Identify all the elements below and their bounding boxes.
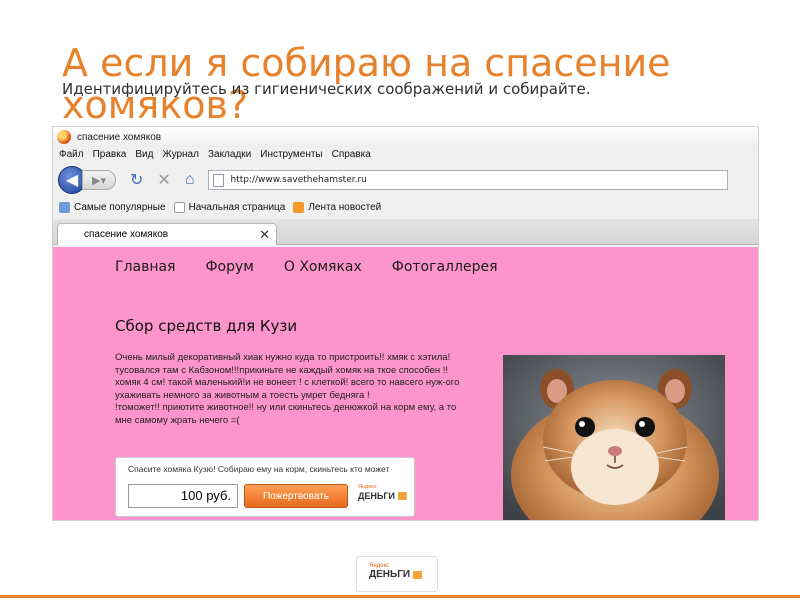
firefox-logo-icon — [57, 130, 71, 144]
tab-strip: спасение хомяков ✕ — [53, 219, 758, 245]
fundraiser-heading: Сбор средств для Кузи — [115, 317, 298, 335]
menu-view[interactable]: Вид — [135, 149, 153, 165]
hamster-photo — [503, 355, 725, 520]
donation-amount-input[interactable]: 100 руб. — [128, 484, 238, 508]
donate-button[interactable]: Пожертвовать — [244, 484, 348, 508]
bookmark-label: Самые популярные — [74, 201, 166, 213]
page-icon — [213, 173, 225, 187]
slide-bottom-divider — [0, 595, 800, 598]
browser-titlebar: спасение хомяков — [53, 127, 758, 147]
bookmarks-toolbar: Самые популярные Начальная страница Лент… — [53, 199, 758, 215]
fundraiser-description: Очень милый декоративный хиак нужно куда… — [115, 352, 460, 426]
slide-subtitle: Идентифицируйтесь из гигиенических сообр… — [62, 80, 591, 98]
forward-button[interactable]: ▶▾ — [82, 170, 116, 190]
widget-caption: Спасите хомяка Кузю! Собираю ему на корм… — [128, 464, 390, 474]
donation-widget: Спасите хомяка Кузю! Собираю ему на корм… — [115, 457, 415, 517]
address-bar[interactable]: http://www.savethehamster.ru — [208, 170, 729, 190]
tab-hamster-rescue[interactable]: спасение хомяков ✕ — [57, 223, 277, 245]
home-icon[interactable]: ⌂ — [185, 171, 195, 189]
nav-link-about-hamsters[interactable]: О Хомяках — [284, 259, 362, 275]
nav-link-home[interactable]: Главная — [115, 259, 175, 275]
bookmark-start-page[interactable]: Начальная страница — [173, 201, 286, 213]
bookmark-news-feed[interactable]: Лента новостей — [293, 201, 382, 213]
wallet-icon — [413, 571, 423, 579]
navigation-toolbar: ◀ ▶▾ ↻ ✕ ⌂ http://www.savethehamster.ru — [53, 165, 758, 195]
window-title: спасение хомяков — [77, 131, 162, 143]
rss-icon — [293, 201, 305, 213]
bookmark-label: Начальная страница — [188, 201, 286, 213]
nav-link-forum[interactable]: Форум — [205, 259, 253, 275]
close-icon[interactable]: ✕ — [259, 227, 270, 243]
bookmark-most-popular[interactable]: Самые популярные — [59, 201, 166, 213]
back-arrow-icon: ◀ — [65, 172, 79, 189]
browser-screenshot: спасение хомяков Файл Правка Вид Журнал … — [52, 126, 759, 521]
url-text: http://www.savethehamster.ru — [230, 175, 367, 185]
menu-tools[interactable]: Инструменты — [260, 149, 322, 165]
menu-bookmarks[interactable]: Закладки — [208, 149, 251, 165]
menu-bar: Файл Правка Вид Журнал Закладки Инструме… — [53, 149, 758, 165]
web-page: Главная Форум О Хомяках Фотогаллерея Сбо… — [53, 247, 758, 520]
stop-icon[interactable]: ✕ — [157, 170, 170, 190]
wallet-icon — [397, 492, 407, 500]
forward-arrow-icon: ▶▾ — [92, 174, 106, 187]
tab-label: спасение хомяков — [84, 229, 169, 240]
yandex-money-footer-logo: Яндекс ДЕНЬГИ — [356, 556, 438, 592]
menu-help[interactable]: Справка — [332, 149, 371, 165]
reload-icon[interactable]: ↻ — [130, 170, 143, 190]
menu-file[interactable]: Файл — [59, 149, 84, 165]
menu-history[interactable]: Журнал — [162, 149, 199, 165]
bookmark-label: Лента новостей — [308, 201, 382, 213]
menu-edit[interactable]: Правка — [93, 149, 127, 165]
page-icon — [173, 201, 185, 213]
yandex-money-logo: Яндекс ДЕНЬГИ — [358, 484, 408, 508]
nav-link-gallery[interactable]: Фотогаллерея — [392, 259, 498, 275]
site-navigation: Главная Форум О Хомяках Фотогаллерея — [115, 259, 528, 275]
bookmark-folder-icon — [59, 201, 70, 213]
